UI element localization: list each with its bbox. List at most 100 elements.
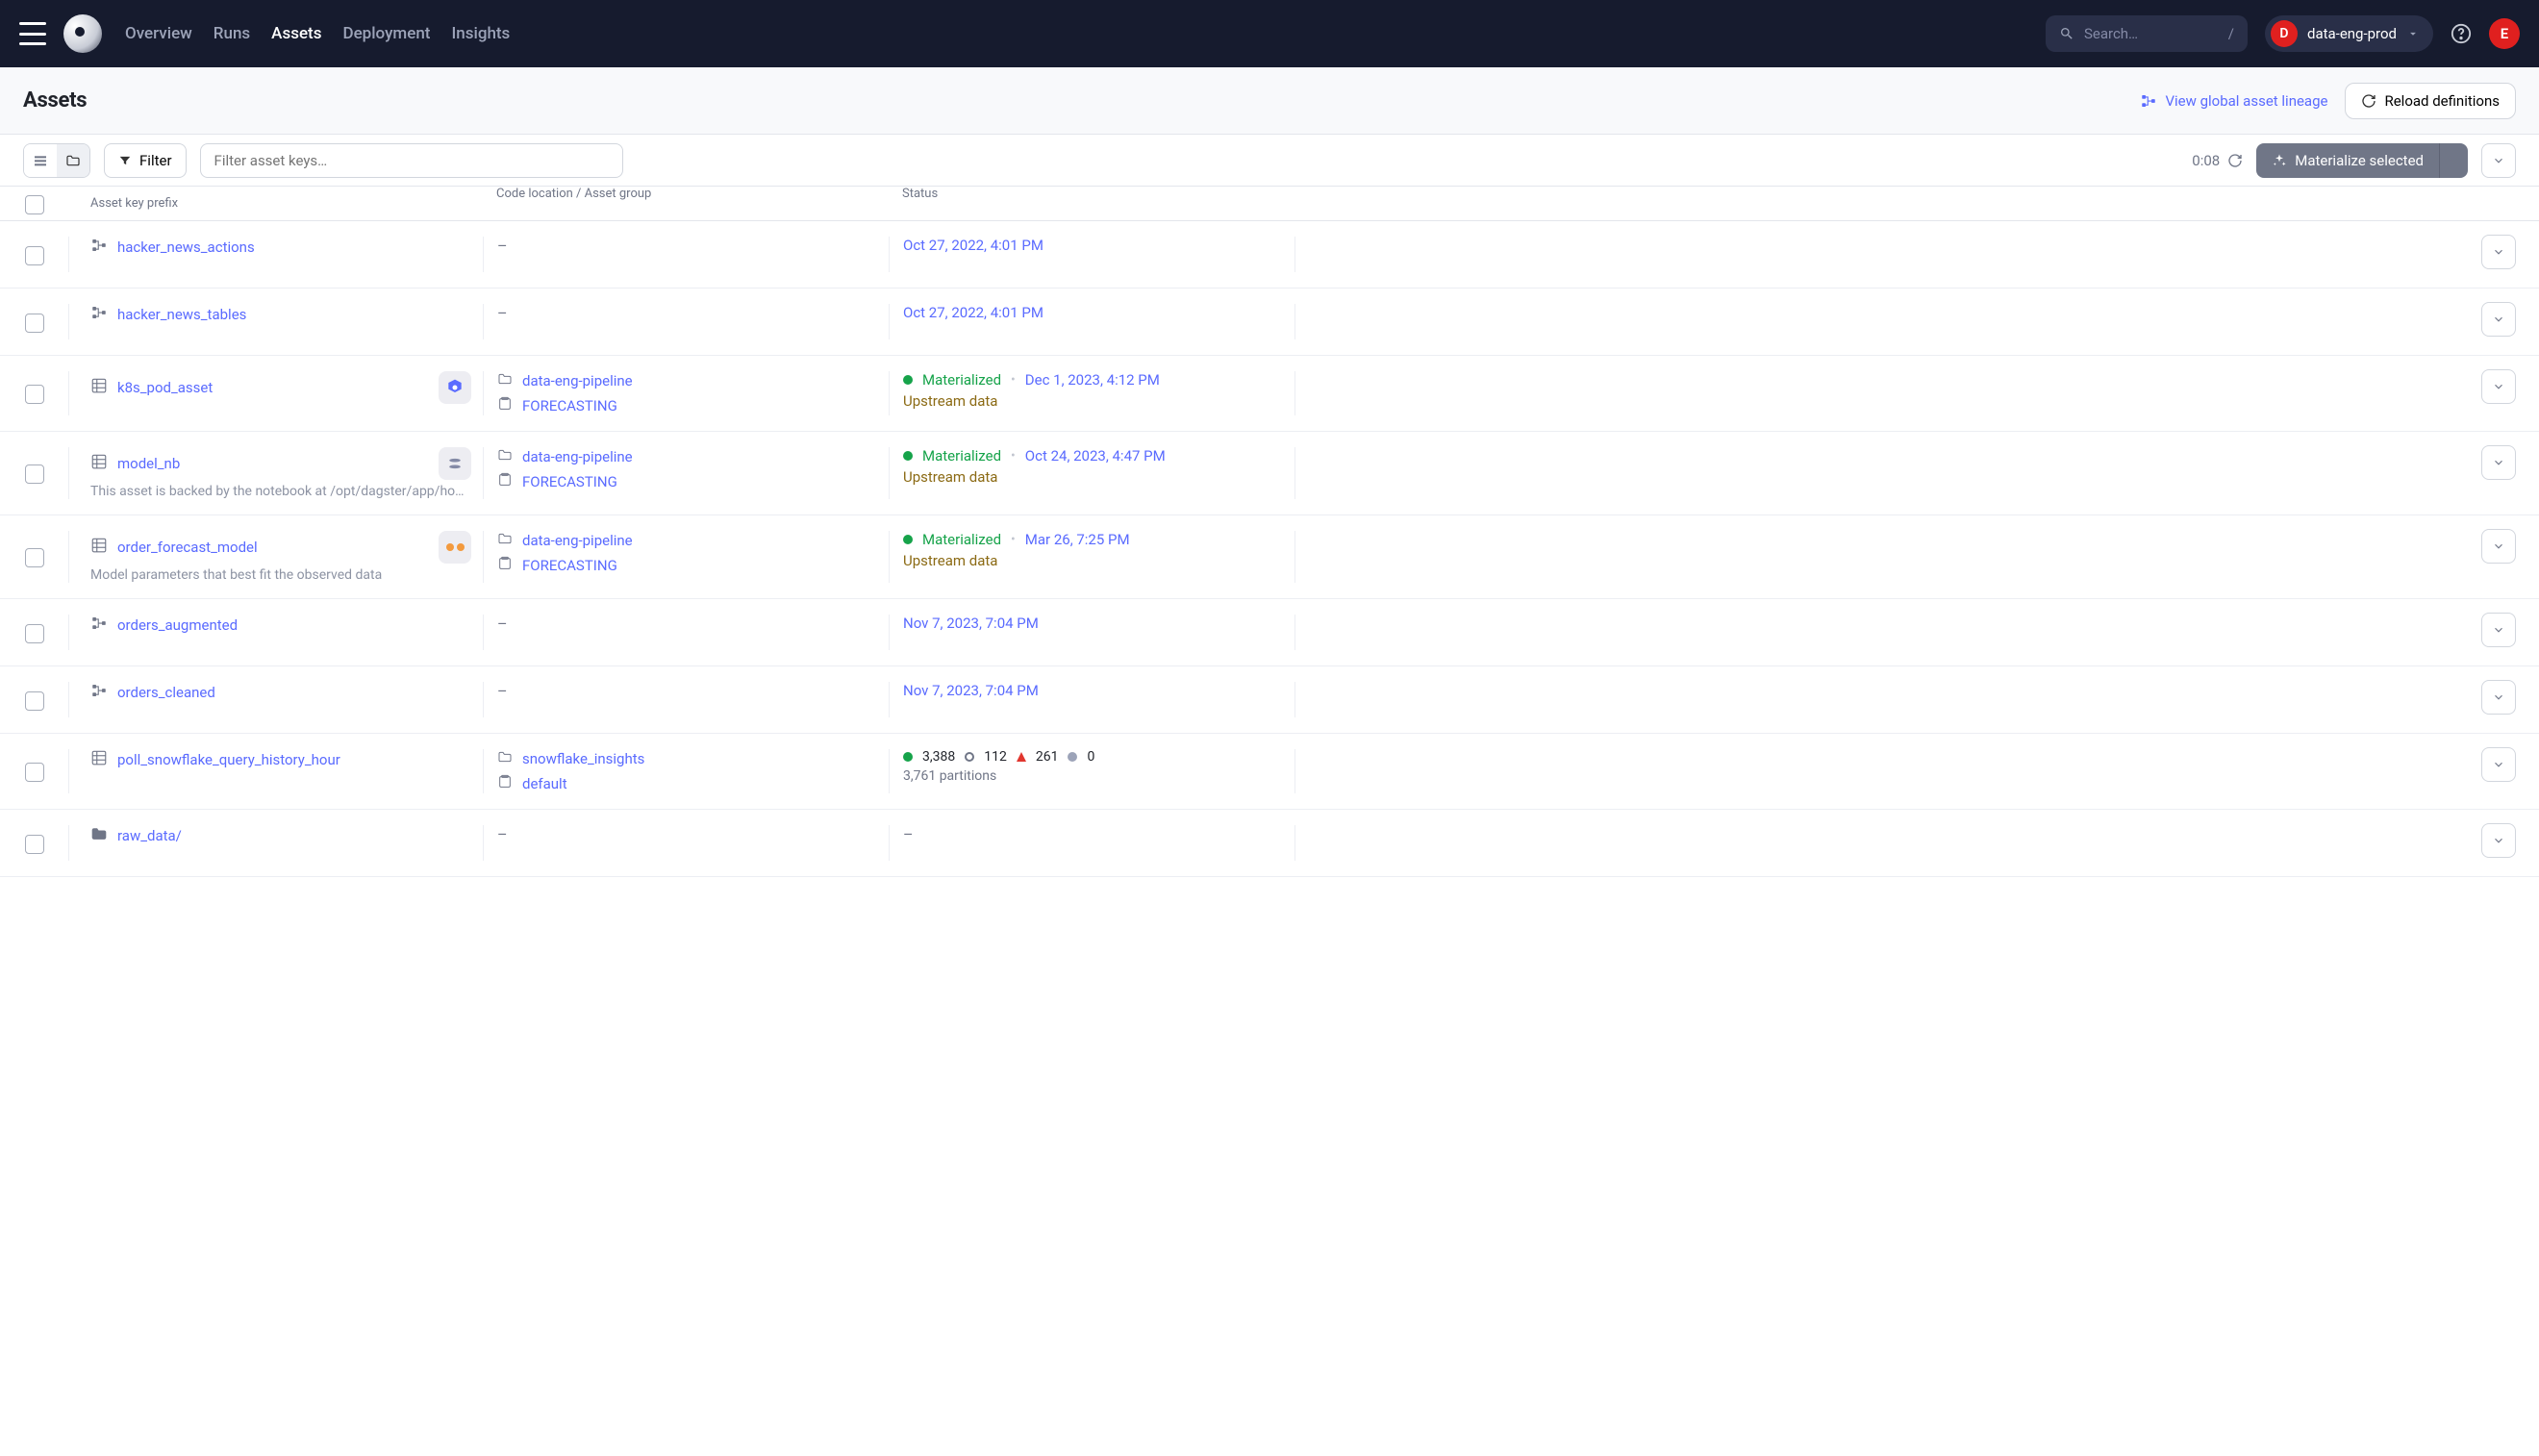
- table-row: hacker_news_actions–Oct 27, 2022, 4:01 P…: [0, 221, 2539, 289]
- code-location-link[interactable]: snowflake_insights: [522, 750, 644, 767]
- row-checkbox[interactable]: [25, 691, 44, 711]
- row-checkbox[interactable]: [25, 548, 44, 567]
- upstream-data-label: Upstream data: [903, 392, 1283, 410]
- status-timestamp[interactable]: Mar 26, 7:25 PM: [1025, 531, 1130, 548]
- hamburger-icon[interactable]: [19, 22, 46, 45]
- asset-group-link[interactable]: FORECASTING: [522, 397, 617, 414]
- list-view-button[interactable]: [24, 144, 57, 177]
- search-input[interactable]: Search… /: [2046, 15, 2248, 52]
- asset-group-link[interactable]: FORECASTING: [522, 473, 617, 490]
- table-row: k8s_pod_asset data-eng-pipeline FORECASTIN…: [0, 356, 2539, 432]
- nav-link-overview[interactable]: Overview: [125, 24, 192, 43]
- partition-open-icon: [965, 752, 974, 762]
- asset-group-link[interactable]: default: [522, 775, 567, 792]
- row-checkbox[interactable]: [25, 246, 44, 265]
- expand-row-button[interactable]: [2481, 369, 2516, 404]
- group-icon: [497, 472, 513, 491]
- partition-success-count: 3,388: [922, 749, 955, 765]
- filter-button[interactable]: Filter: [104, 143, 187, 178]
- asset-type-icon: [90, 749, 108, 770]
- asset-name-link[interactable]: raw_data/: [117, 827, 182, 844]
- status-timestamp[interactable]: Oct 27, 2022, 4:01 PM: [903, 304, 1043, 321]
- nav-link-insights[interactable]: Insights: [451, 24, 510, 43]
- select-all-checkbox[interactable]: [25, 195, 44, 214]
- row-checkbox[interactable]: [25, 314, 44, 333]
- partition-failed-icon: [1017, 752, 1026, 762]
- folder-icon: [497, 531, 513, 550]
- expand-row-button[interactable]: [2481, 680, 2516, 715]
- no-location: –: [497, 682, 508, 700]
- search-shortcut: /: [2228, 25, 2234, 42]
- list-icon: [33, 153, 48, 168]
- help-button[interactable]: [2451, 23, 2472, 44]
- asset-type-icon: [90, 304, 108, 325]
- nav-link-deployment[interactable]: Deployment: [342, 24, 430, 43]
- row-checkbox[interactable]: [25, 763, 44, 782]
- page-header: Assets View global asset lineage Reload …: [0, 67, 2539, 135]
- status-timestamp[interactable]: Nov 7, 2023, 7:04 PM: [903, 615, 1039, 632]
- code-location-link[interactable]: data-eng-pipeline: [522, 532, 633, 549]
- row-checkbox[interactable]: [25, 464, 44, 484]
- code-location-link[interactable]: data-eng-pipeline: [522, 448, 633, 465]
- refresh-icon[interactable]: [2227, 153, 2243, 168]
- table-row: orders_augmented–Nov 7, 2023, 7:04 PM: [0, 599, 2539, 666]
- more-options-button[interactable]: [2481, 143, 2516, 178]
- page-title: Assets: [23, 88, 87, 113]
- view-lineage-link[interactable]: View global asset lineage: [2140, 92, 2327, 110]
- asset-name-link[interactable]: hacker_news_tables: [117, 306, 246, 323]
- chevron-down-icon: [2406, 27, 2420, 40]
- no-location: –: [497, 825, 508, 843]
- reload-icon: [2361, 93, 2376, 109]
- folder-icon: [497, 749, 513, 768]
- asset-type-icon: [90, 615, 108, 636]
- asset-name-link[interactable]: order_forecast_model: [117, 539, 258, 556]
- asset-name-link[interactable]: k8s_pod_asset: [117, 379, 213, 396]
- filter-asset-keys-input[interactable]: [200, 143, 623, 178]
- lineage-icon: [2140, 92, 2157, 110]
- nav-link-assets[interactable]: Assets: [271, 24, 321, 43]
- asset-name-link[interactable]: orders_cleaned: [117, 684, 215, 701]
- group-icon: [497, 556, 513, 575]
- table-row: hacker_news_tables–Oct 27, 2022, 4:01 PM: [0, 289, 2539, 356]
- folder-view-button[interactable]: [57, 144, 89, 177]
- expand-row-button[interactable]: [2481, 445, 2516, 480]
- table-row: poll_snowflake_query_history_hour snowfla…: [0, 734, 2539, 810]
- asset-name-link[interactable]: poll_snowflake_query_history_hour: [117, 751, 340, 768]
- status-timestamp[interactable]: Oct 24, 2023, 4:47 PM: [1025, 447, 1166, 464]
- filter-icon: [118, 154, 132, 167]
- row-checkbox[interactable]: [25, 835, 44, 854]
- code-location-link[interactable]: data-eng-pipeline: [522, 372, 633, 389]
- expand-row-button[interactable]: [2481, 747, 2516, 782]
- nav-link-runs[interactable]: Runs: [214, 24, 250, 43]
- workspace-selector[interactable]: D data-eng-prod: [2265, 15, 2433, 52]
- asset-name-link[interactable]: orders_augmented: [117, 616, 238, 634]
- expand-row-button[interactable]: [2481, 823, 2516, 858]
- expand-row-button[interactable]: [2481, 235, 2516, 269]
- asset-group-link[interactable]: FORECASTING: [522, 557, 617, 574]
- table-row: raw_data/––: [0, 810, 2539, 877]
- expand-row-button[interactable]: [2481, 613, 2516, 647]
- materialize-selected-button[interactable]: Materialize selected: [2256, 143, 2439, 178]
- app-logo[interactable]: [63, 14, 102, 53]
- reload-definitions-button[interactable]: Reload definitions: [2345, 83, 2516, 119]
- sparkle-icon: [2272, 153, 2287, 168]
- column-header-name: Asset key prefix: [69, 196, 483, 211]
- expand-row-button[interactable]: [2481, 302, 2516, 337]
- row-checkbox[interactable]: [25, 385, 44, 404]
- asset-name-link[interactable]: model_nb: [117, 455, 180, 472]
- table-body: hacker_news_actions – Oct 27, 2022, 4:01 P…: [0, 221, 2539, 877]
- table-row: model_nb This asset is backed by the note…: [0, 432, 2539, 515]
- user-avatar[interactable]: E: [2489, 18, 2520, 49]
- status-timestamp[interactable]: Oct 27, 2022, 4:01 PM: [903, 237, 1043, 254]
- materialize-dropdown-button[interactable]: [2439, 143, 2468, 178]
- row-checkbox[interactable]: [25, 624, 44, 643]
- status-timestamp[interactable]: Dec 1, 2023, 4:12 PM: [1025, 371, 1160, 389]
- top-nav: Overview Runs Assets Deployment Insights Sea…: [0, 0, 2539, 67]
- status-dot-success-icon: [903, 375, 913, 385]
- asset-name-link[interactable]: hacker_news_actions: [117, 238, 255, 256]
- status-timestamp[interactable]: Nov 7, 2023, 7:04 PM: [903, 682, 1039, 699]
- status-dot-success-icon: [903, 535, 913, 544]
- status-materialized-label: Materialized: [922, 371, 1001, 389]
- asset-description: This asset is backed by the notebook at …: [90, 484, 471, 499]
- expand-row-button[interactable]: [2481, 529, 2516, 564]
